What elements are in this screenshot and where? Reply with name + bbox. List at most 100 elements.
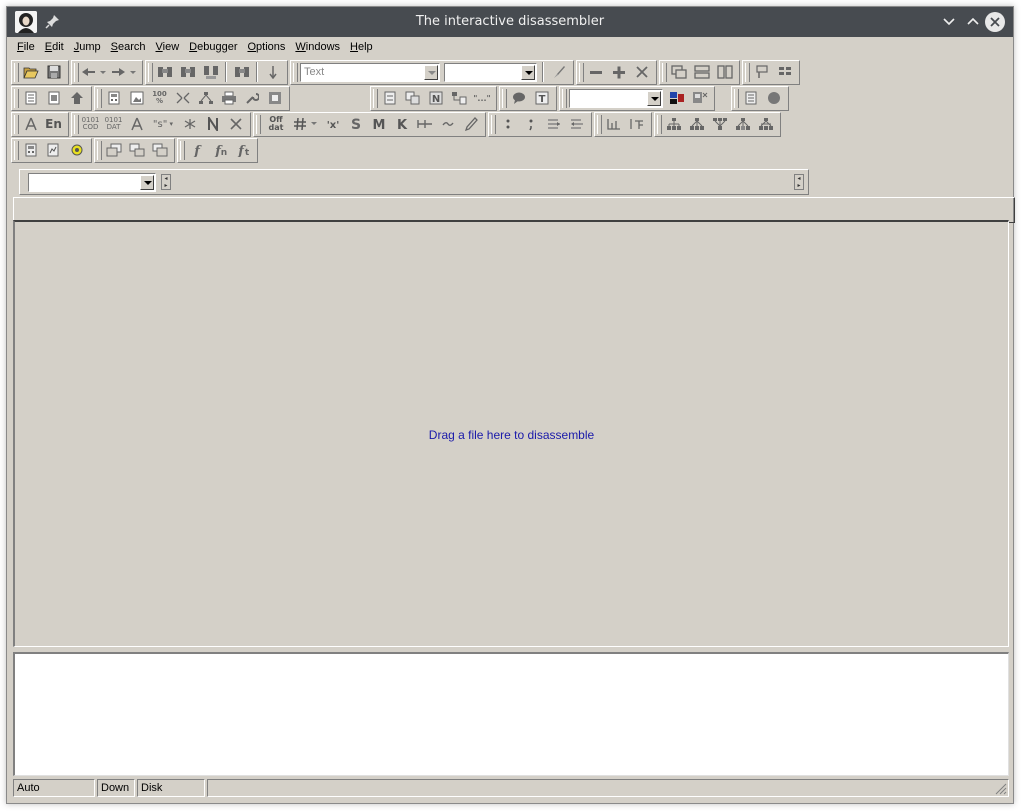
char-icon[interactable]: 'x': [321, 113, 344, 135]
menu-search[interactable]: Search: [106, 39, 151, 55]
hide-icon[interactable]: [602, 113, 625, 135]
posterior-lines-icon[interactable]: [565, 113, 588, 135]
negate-icon[interactable]: [436, 113, 459, 135]
enum-m-icon[interactable]: M: [367, 113, 390, 135]
windows-cascade-icon[interactable]: [102, 139, 125, 161]
save-icon[interactable]: [42, 61, 65, 83]
segment-s-icon[interactable]: S: [344, 113, 367, 135]
data-type-button[interactable]: 0101 DAT: [102, 113, 125, 135]
xrefs-to-graph-icon[interactable]: [685, 113, 708, 135]
minimize-button[interactable]: [939, 12, 959, 32]
image-view-icon[interactable]: [125, 87, 148, 109]
comment-bubble-icon[interactable]: [507, 87, 530, 109]
document-icon[interactable]: [739, 87, 762, 109]
string-icon[interactable]: "...": [470, 87, 493, 109]
stack-var-k-icon[interactable]: K: [390, 113, 413, 135]
call-graph-icon[interactable]: [662, 113, 685, 135]
menu-windows[interactable]: Windows: [290, 39, 345, 55]
nav-scroll-left[interactable]: ◂ ▸: [161, 174, 171, 190]
function-edit-icon[interactable]: fn: [208, 139, 231, 161]
disassembly-area[interactable]: Drag a file here to disassemble: [13, 220, 1009, 647]
cascade-windows-icon[interactable]: [667, 61, 690, 83]
windows-arrange-icon[interactable]: [148, 139, 171, 161]
unhide-icon[interactable]: [625, 113, 648, 135]
decimal-icon[interactable]: 100%: [148, 87, 171, 109]
code-type-button[interactable]: 0101 COD: [79, 113, 102, 135]
chevron-down-icon[interactable]: [424, 64, 438, 80]
menu-debugger[interactable]: Debugger: [184, 39, 242, 55]
calculator-2-icon[interactable]: [19, 139, 42, 161]
binoculars-icon[interactable]: [153, 61, 176, 83]
tile-vertical-icon[interactable]: [713, 61, 736, 83]
flow-chart-icon[interactable]: [194, 87, 217, 109]
menu-view[interactable]: View: [151, 39, 185, 55]
collapse-icon[interactable]: [584, 61, 607, 83]
open-file-icon[interactable]: [19, 61, 42, 83]
debugger-combo[interactable]: [569, 88, 663, 108]
chevron-down-icon[interactable]: [140, 175, 154, 190]
colon-icon[interactable]: [496, 113, 519, 135]
segment-type-combo[interactable]: Text: [300, 62, 440, 82]
chevron-down-icon[interactable]: [647, 90, 661, 106]
menu-jump[interactable]: Jump: [69, 39, 106, 55]
back-arrow-icon[interactable]: [79, 61, 109, 83]
manual-operand-icon[interactable]: [459, 113, 482, 135]
menu-options[interactable]: Options: [242, 39, 290, 55]
offset-button[interactable]: Off dat: [261, 113, 291, 135]
segment-icon[interactable]: [378, 87, 401, 109]
resize-grip-icon[interactable]: [994, 782, 1007, 795]
close-button[interactable]: [985, 12, 1005, 32]
print-icon[interactable]: [217, 87, 240, 109]
cross-reference-icon[interactable]: [171, 87, 194, 109]
name-icon[interactable]: N: [424, 87, 447, 109]
chevron-down-icon[interactable]: [521, 64, 535, 80]
menu-file[interactable]: File: [12, 39, 40, 55]
search-binary-icon[interactable]: [199, 61, 222, 83]
unicode-icon[interactable]: [19, 113, 42, 135]
array-icon[interactable]: [178, 113, 201, 135]
unicode-data-icon[interactable]: [125, 113, 148, 135]
flow-graph-icon[interactable]: [754, 113, 777, 135]
undefine-n-icon[interactable]: [201, 113, 224, 135]
list-view-icon[interactable]: [773, 61, 796, 83]
maximize-button[interactable]: [963, 12, 983, 32]
calculator-icon[interactable]: [102, 87, 125, 109]
delete-icon[interactable]: [630, 61, 653, 83]
comment-list-icon[interactable]: [750, 61, 773, 83]
hex-view-icon[interactable]: [42, 87, 65, 109]
jump-down-icon[interactable]: [261, 61, 284, 83]
struct-offset-icon[interactable]: [413, 113, 436, 135]
windows-tile-icon[interactable]: [125, 139, 148, 161]
number-icon[interactable]: [291, 113, 321, 135]
tile-horizontal-icon[interactable]: [690, 61, 713, 83]
string-type-button[interactable]: "s" ▾: [148, 113, 178, 135]
text-view-icon[interactable]: [19, 87, 42, 109]
semicolon-icon[interactable]: [519, 113, 542, 135]
anterior-lines-icon[interactable]: [542, 113, 565, 135]
encoding-en-button[interactable]: En: [42, 113, 65, 135]
text-box-icon[interactable]: T: [530, 87, 553, 109]
forward-arrow-icon[interactable]: [109, 61, 139, 83]
plugin-gear-icon[interactable]: [65, 139, 88, 161]
function-icon[interactable]: f: [185, 139, 208, 161]
graph-document-icon[interactable]: [42, 139, 65, 161]
brush-icon[interactable]: [547, 61, 570, 83]
debugger-start-icon[interactable]: [665, 87, 688, 109]
output-window[interactable]: [13, 652, 1009, 776]
menu-edit[interactable]: Edit: [40, 39, 69, 55]
graph-view-icon[interactable]: [65, 87, 88, 109]
user-xref-graph-icon[interactable]: [731, 113, 754, 135]
xrefs-from-graph-icon[interactable]: [708, 113, 731, 135]
function-end-icon[interactable]: ft: [231, 139, 254, 161]
wrench-icon[interactable]: [240, 87, 263, 109]
address-combo[interactable]: [28, 173, 156, 192]
search-text-icon[interactable]: [230, 61, 253, 83]
breakpoint-icon[interactable]: [762, 87, 785, 109]
function-tree-icon[interactable]: [447, 87, 470, 109]
nav-scroll-right[interactable]: ◂ ▸: [794, 174, 804, 190]
debugger-attach-icon[interactable]: [688, 87, 711, 109]
expand-icon[interactable]: [607, 61, 630, 83]
structure-icon[interactable]: [401, 87, 424, 109]
segment-name-combo[interactable]: [444, 62, 537, 82]
stop-icon[interactable]: [263, 87, 286, 109]
